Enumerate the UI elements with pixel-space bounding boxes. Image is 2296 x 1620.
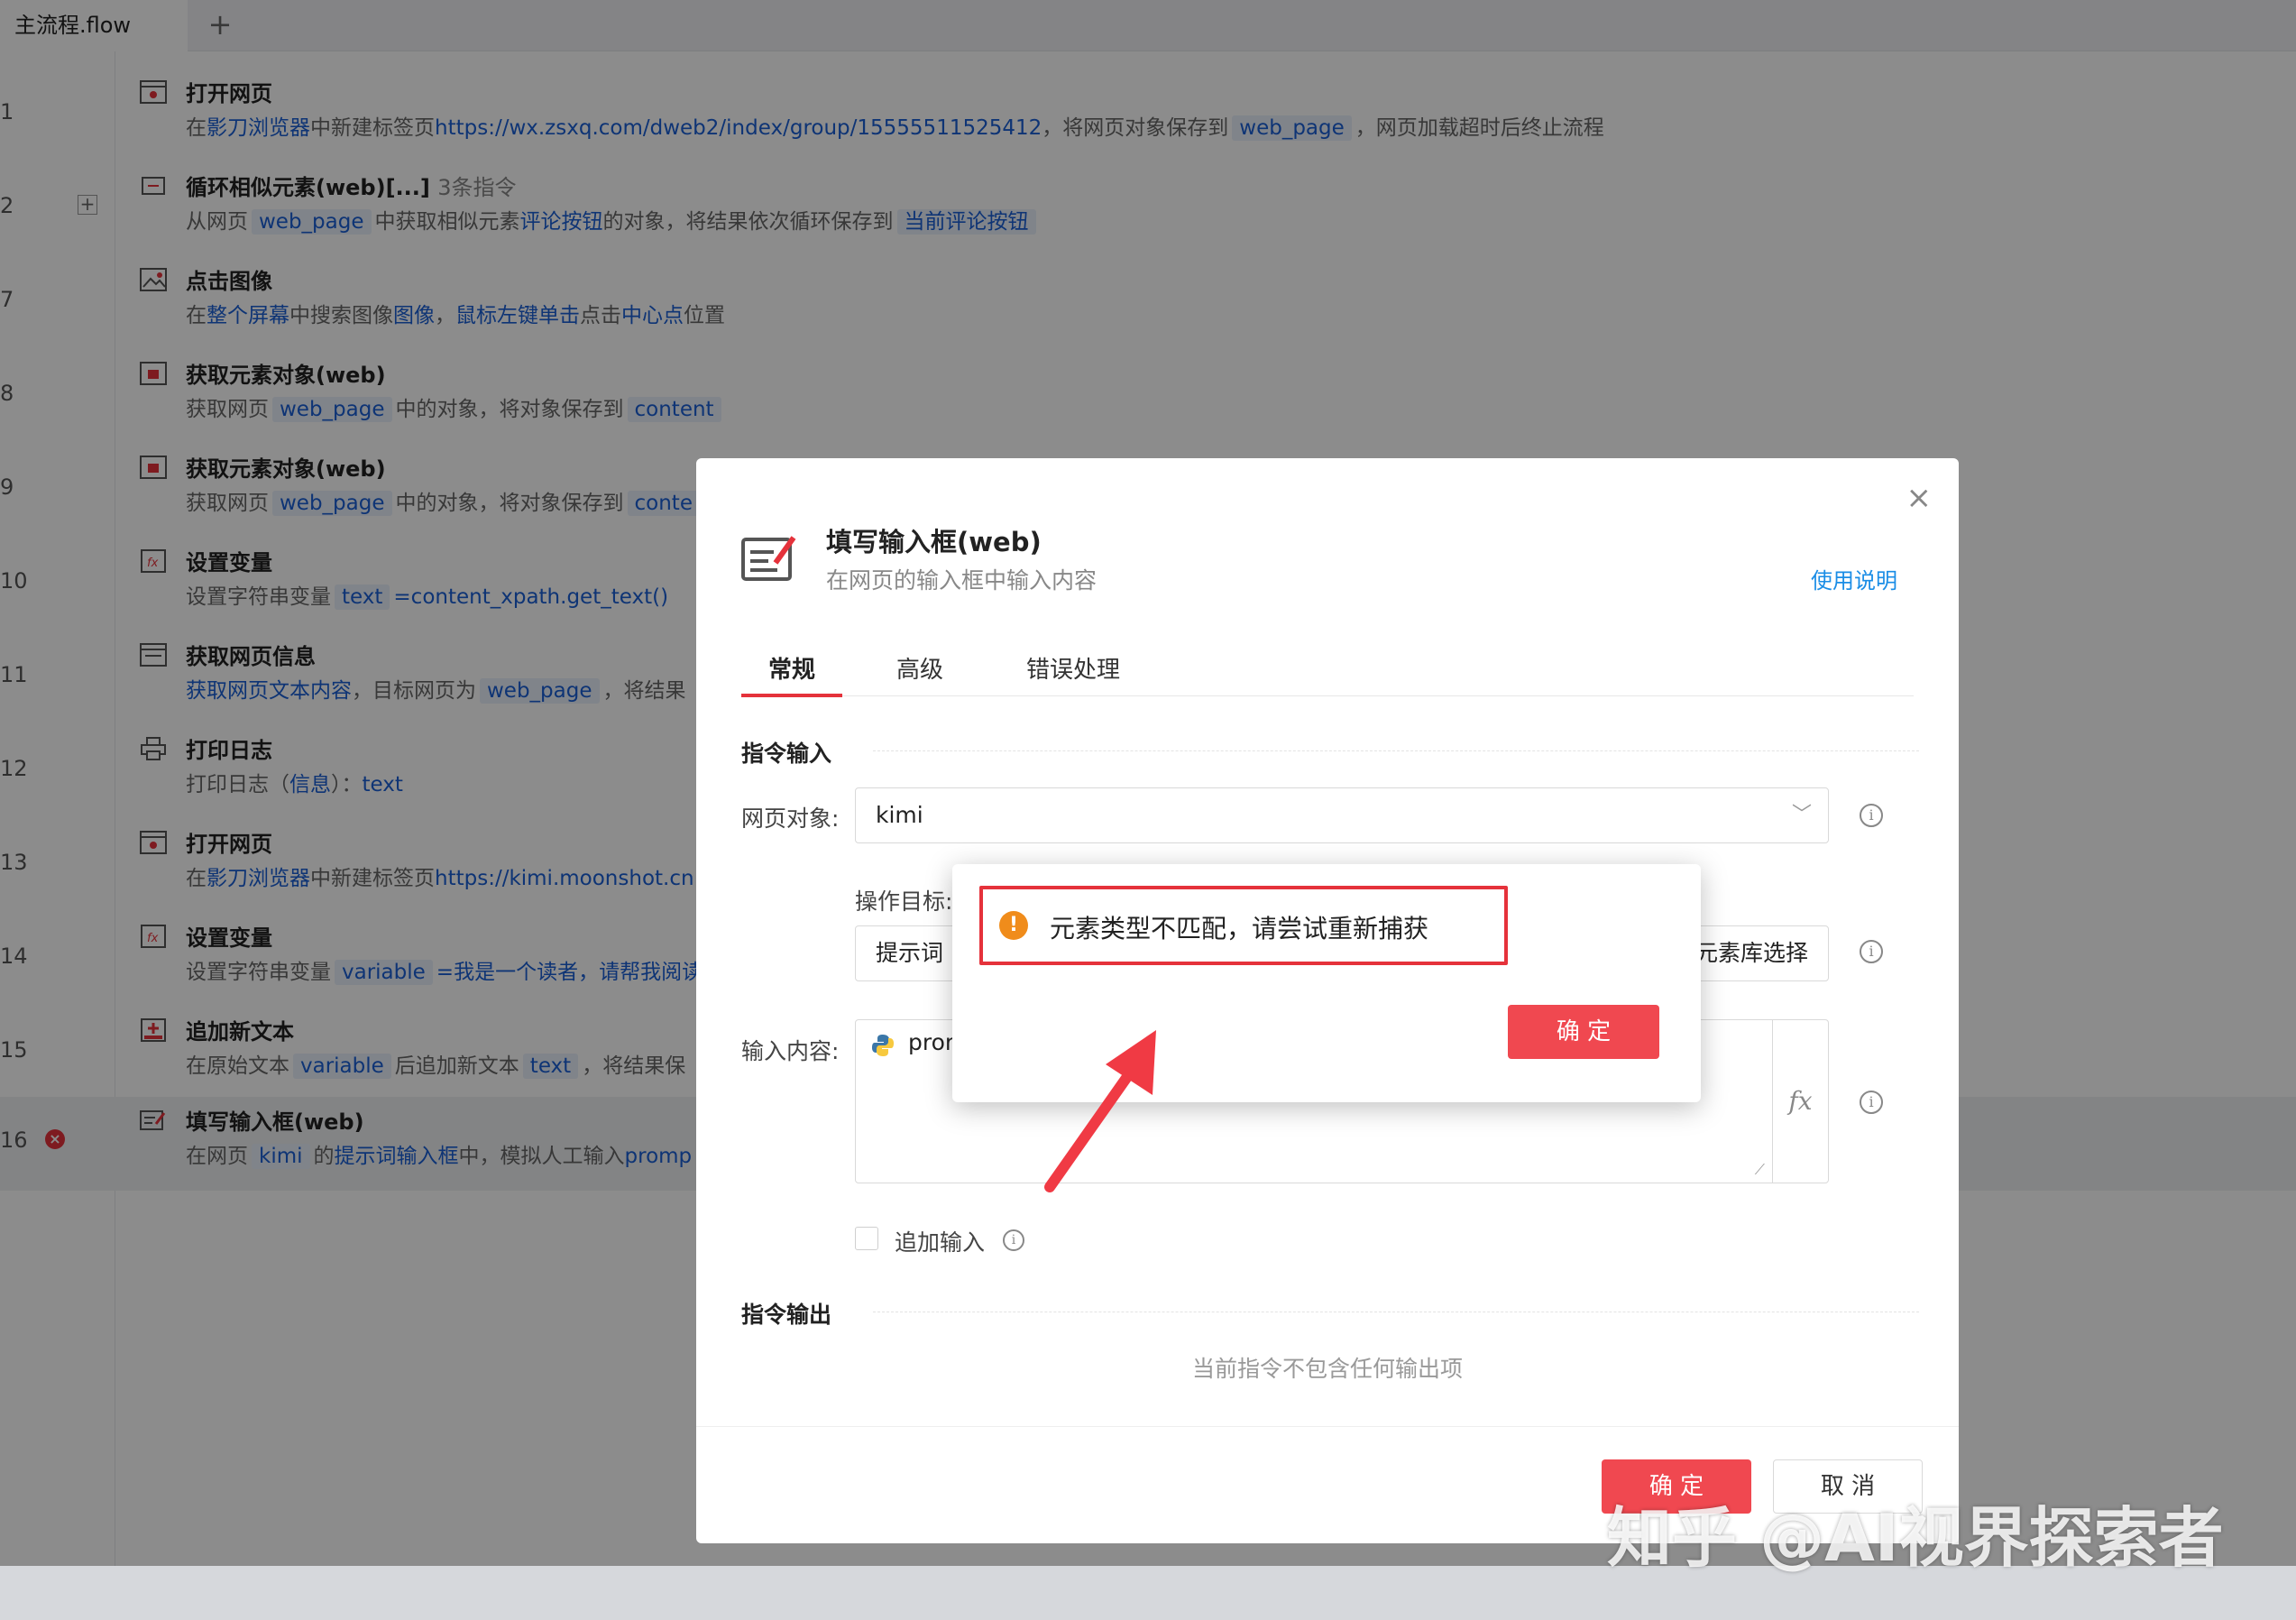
fill-input-icon <box>741 532 799 584</box>
error-message-text: 元素类型不匹配，请尝试重新捕获 <box>1050 914 1429 943</box>
no-output-text: 当前指令不包含任何输出项 <box>1191 1356 1463 1382</box>
dialog-tabs: 常规 高级 错误处理 <box>741 642 1914 697</box>
popup-ok-button[interactable]: 确 定 <box>1508 1005 1659 1059</box>
chevron-down-icon: ﹀ <box>1791 804 1812 826</box>
fx-button[interactable]: fx <box>1772 1020 1828 1183</box>
warning-icon: ! <box>999 911 1028 940</box>
web-object-select[interactable]: kimi ﹀ <box>855 787 1829 843</box>
resize-grip-icon[interactable]: ⟋ <box>1755 1161 1765 1179</box>
tab-advanced[interactable]: 高级 <box>896 651 943 685</box>
close-icon[interactable]: × <box>1906 480 1933 516</box>
watermark: 知乎 @AI视界探索者 <box>1607 1500 2224 1576</box>
section-divider <box>873 750 1919 751</box>
info-icon[interactable]: i <box>1003 1229 1024 1251</box>
error-message-highlight: ! 元素类型不匹配，请尝试重新捕获 <box>979 886 1508 965</box>
append-input-label: 追加输入 <box>895 1229 986 1256</box>
annotation-arrow-icon <box>1044 1030 1156 1192</box>
dialog-subtitle: 在网页的输入框中输入内容 <box>826 567 1097 594</box>
target-label: 操作目标: <box>855 888 953 915</box>
info-icon[interactable]: i <box>1860 1091 1883 1114</box>
info-icon[interactable]: i <box>1860 940 1883 963</box>
section-output-title: 指令输出 <box>741 1302 832 1328</box>
dialog-footer-divider <box>696 1426 1959 1427</box>
input-content-label: 输入内容: <box>741 1038 840 1064</box>
info-icon[interactable]: i <box>1860 804 1883 827</box>
tab-error-handling[interactable]: 错误处理 <box>1026 651 1120 685</box>
help-link[interactable]: 使用说明 <box>1811 563 1897 594</box>
append-input-checkbox[interactable] <box>855 1227 878 1250</box>
active-tab-indicator <box>741 694 842 697</box>
section-input-title: 指令输入 <box>741 741 832 767</box>
tab-general[interactable]: 常规 <box>768 651 815 685</box>
target-value: 提示词 <box>876 940 944 966</box>
web-object-value: kimi <box>876 802 923 828</box>
python-icon <box>870 1033 895 1058</box>
dialog-title: 填写输入框(web) <box>826 527 1042 557</box>
web-object-label: 网页对象: <box>741 805 840 832</box>
